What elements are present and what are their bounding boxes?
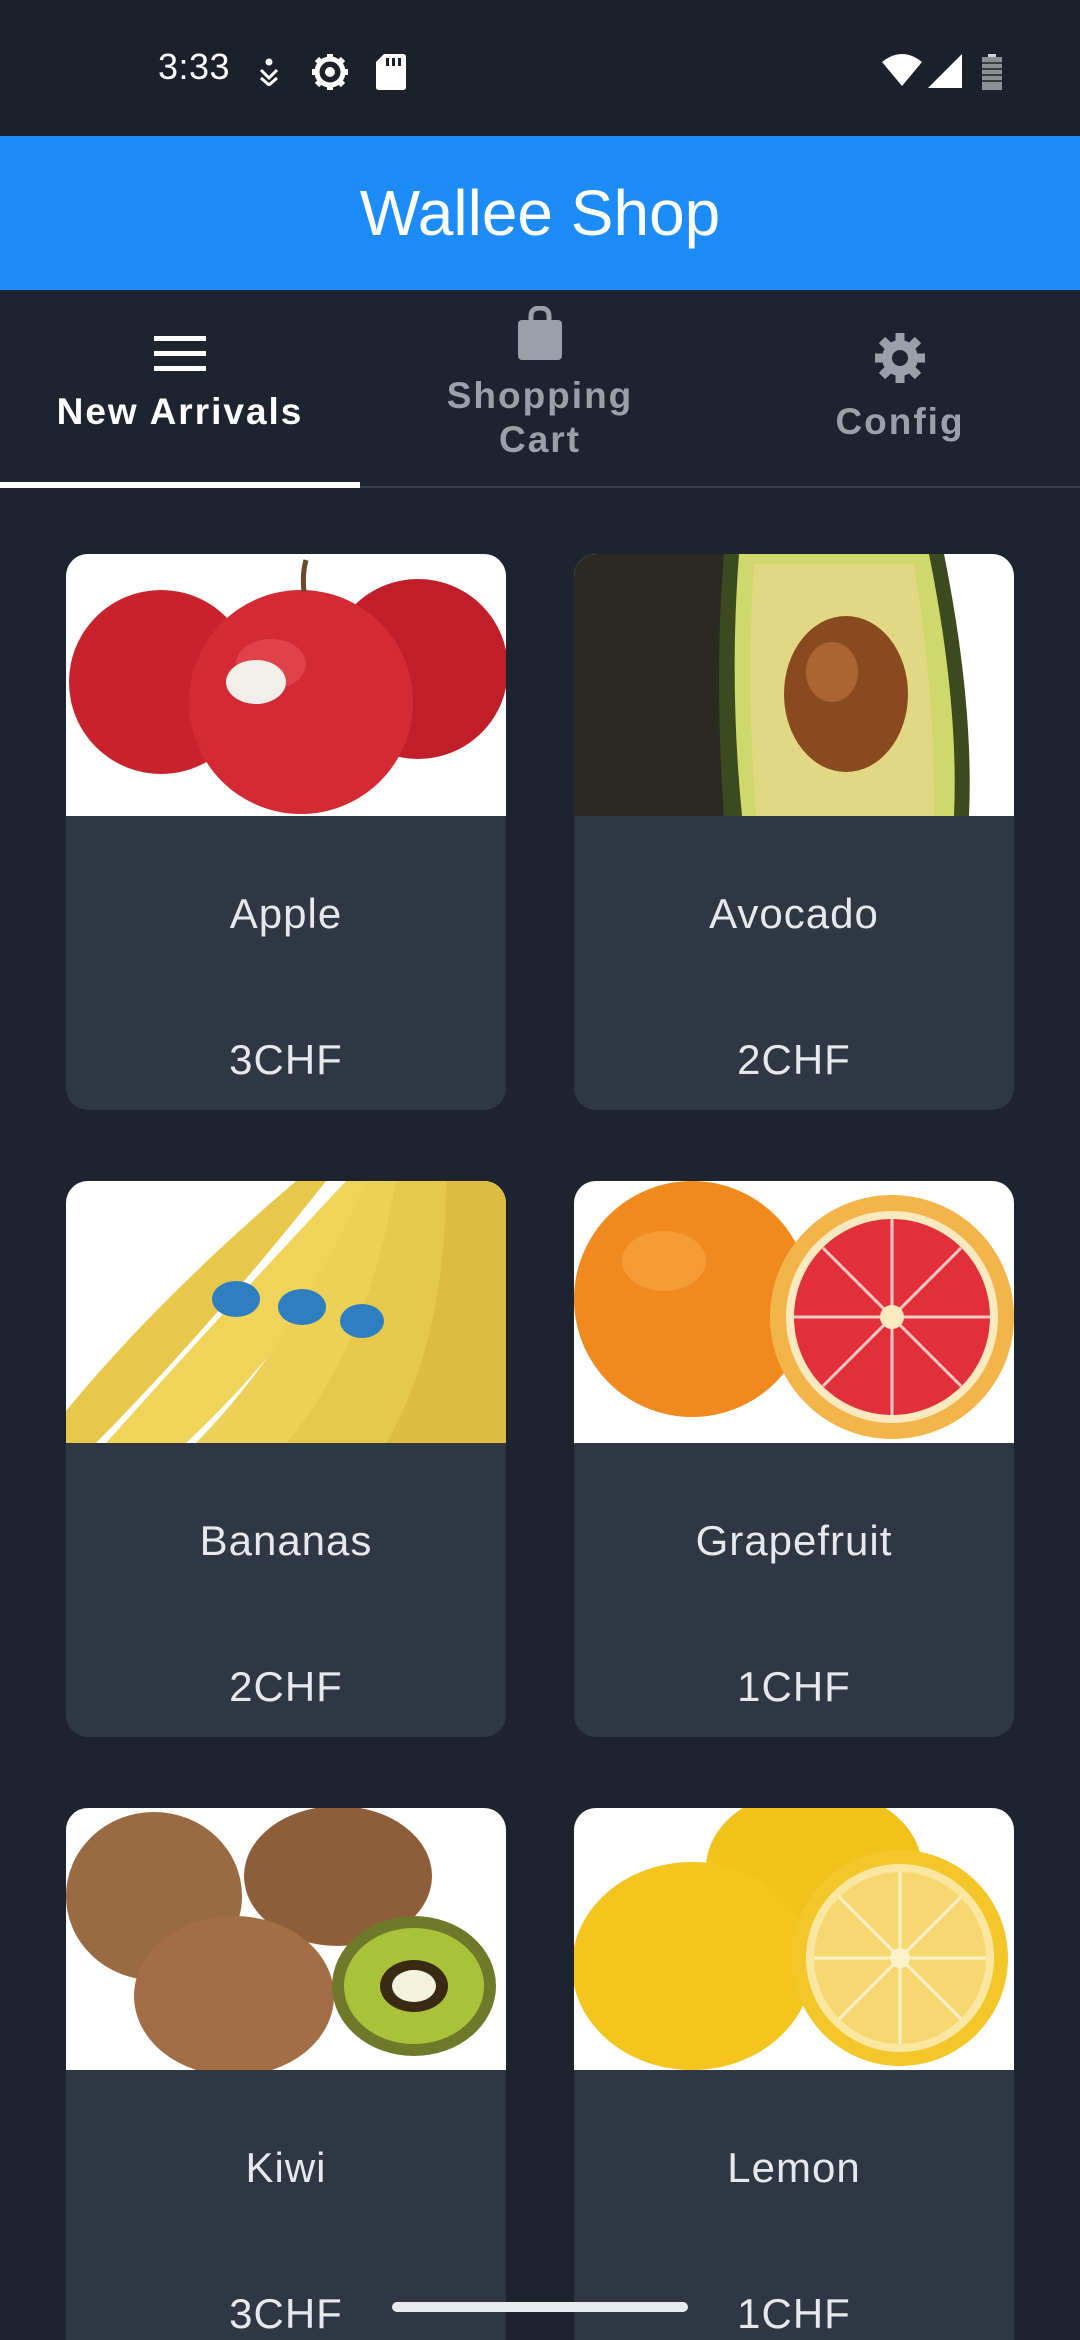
tab-bar: New Arrivals Shopping Cart Config bbox=[0, 290, 1080, 488]
product-price: 1CHF bbox=[737, 2290, 851, 2337]
product-card-avocado[interactable]: Avocado 2CHF bbox=[574, 554, 1014, 1110]
product-card-lemon[interactable]: Lemon 1CHF bbox=[574, 1808, 1014, 2340]
settings-gear-icon bbox=[312, 54, 348, 90]
product-name: Kiwi bbox=[245, 2144, 327, 2191]
tab-shopping-cart[interactable]: Shopping Cart bbox=[360, 290, 720, 488]
product-name: Lemon bbox=[727, 2144, 861, 2191]
home-indicator[interactable] bbox=[392, 2302, 688, 2312]
tab-label: New Arrivals bbox=[56, 391, 304, 432]
apple-image bbox=[66, 554, 506, 816]
product-price: 3CHF bbox=[229, 2290, 343, 2337]
product-name: Grapefruit bbox=[695, 1517, 893, 1564]
tab-new-arrivals[interactable]: New Arrivals bbox=[0, 290, 360, 488]
product-name: Apple bbox=[229, 890, 343, 937]
product-price: 2CHF bbox=[229, 1663, 343, 1710]
shopping-bag-icon bbox=[518, 306, 562, 360]
product-price: 1CHF bbox=[737, 1663, 851, 1710]
lemon-image bbox=[574, 1808, 1014, 2070]
product-name: Bananas bbox=[199, 1517, 373, 1564]
product-card-grapefruit[interactable]: Grapefruit 1CHF bbox=[574, 1181, 1014, 1737]
status-time: 3:33 bbox=[158, 46, 231, 87]
bananas-image bbox=[66, 1181, 506, 1443]
product-card-apple[interactable]: Apple 3CHF bbox=[66, 554, 506, 1110]
tab-label: Shopping Cart bbox=[446, 375, 634, 460]
status-bar: 3:33 bbox=[0, 0, 1080, 136]
app-title: Wallee Shop bbox=[359, 177, 721, 249]
tab-label: Config bbox=[835, 401, 965, 442]
wifi-icon bbox=[882, 54, 922, 86]
gear-icon bbox=[875, 333, 925, 383]
tab-config[interactable]: Config bbox=[720, 290, 1080, 488]
product-price: 2CHF bbox=[737, 1036, 851, 1083]
sd-card-icon bbox=[376, 54, 406, 90]
kiwi-image bbox=[66, 1808, 506, 2070]
accessibility-icon bbox=[259, 58, 279, 86]
cell-signal-icon bbox=[928, 54, 962, 88]
product-name: Avocado bbox=[709, 890, 879, 937]
tab-indicator bbox=[0, 482, 360, 488]
product-card-kiwi[interactable]: Kiwi 3CHF bbox=[66, 1808, 506, 2340]
avocado-image bbox=[574, 554, 1014, 816]
menu-icon bbox=[154, 336, 206, 371]
battery-icon bbox=[982, 54, 1002, 90]
product-card-bananas[interactable]: Bananas 2CHF bbox=[66, 1181, 506, 1737]
app-bar: Wallee Shop bbox=[0, 136, 1080, 290]
product-price: 3CHF bbox=[229, 1036, 343, 1083]
grapefruit-image bbox=[574, 1181, 1014, 1443]
